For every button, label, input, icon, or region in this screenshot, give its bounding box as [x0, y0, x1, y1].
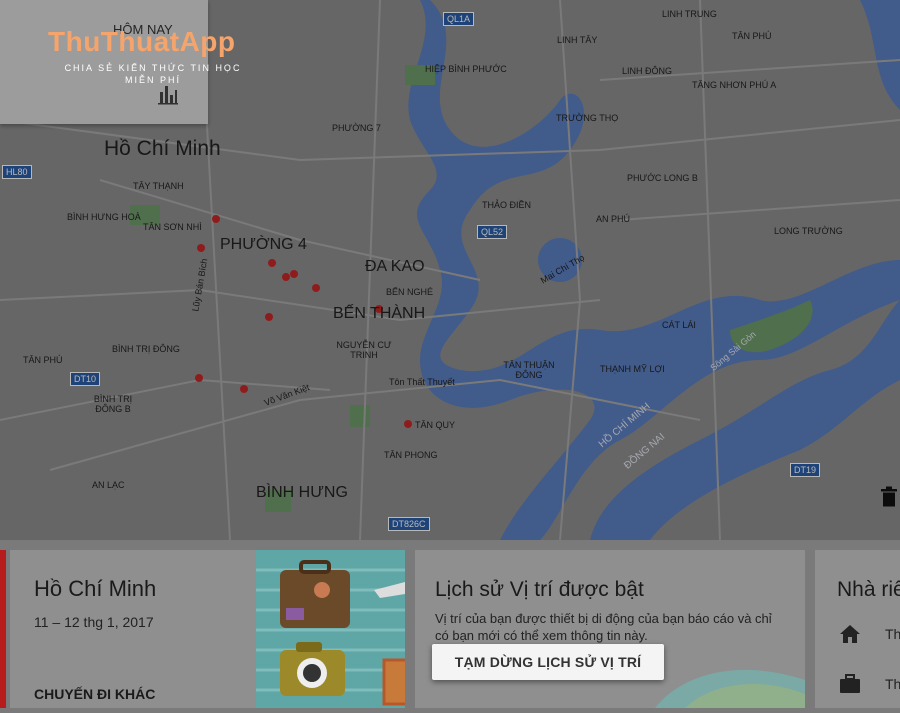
map-label-small: TRƯỜNG THỌ: [556, 113, 619, 123]
trash-icon[interactable]: [880, 486, 898, 508]
park-3: [350, 405, 370, 427]
road-shield: DT826C: [388, 517, 430, 531]
location-history-title: Lịch sử Vị trí được bật: [435, 578, 644, 601]
map-label-small: BÌNH TRỊ ĐÔNG: [112, 344, 180, 354]
map-street-label: Tôn Thất Thuyết: [389, 377, 455, 387]
road-shield: HL80: [2, 165, 32, 179]
map-label-small: LONG TRƯỜNG: [774, 226, 843, 236]
location-history-desc: Vị trí của bạn được thiết bị di động của…: [435, 611, 772, 643]
map-label-small: TÂN PHONG: [384, 450, 438, 460]
watermark: ThuThuatApp CHIA SẺ KIẾN THỨC TIN HỌC MI…: [48, 26, 258, 86]
watermark-subtitle: CHIA SẺ KIẾN THỨC TIN HỌC MIỄN PHÍ: [64, 63, 242, 85]
pause-location-history-button[interactable]: TẠM DỪNG LỊCH SỬ VỊ TRÍ: [432, 644, 664, 680]
map-label-small: BẾN NGHÉ: [386, 287, 434, 297]
trip-card[interactable]: Hồ Chí Minh 11 – 12 thg 1, 2017 CHUYẾN Đ…: [0, 550, 405, 708]
home-icon: [840, 625, 860, 643]
map-label-small: THẠNH MỸ LỢI: [600, 364, 665, 374]
road-shield: QL52: [477, 225, 508, 239]
briefcase-icon: [840, 674, 860, 693]
trip-title: Hồ Chí Minh: [34, 576, 157, 601]
watermark-title: ThuThuatApp: [48, 26, 236, 57]
map-label-small: BÌNH HƯNG HOÀ: [67, 212, 141, 222]
map-label-small: LINH TÂY: [557, 35, 598, 45]
history-illustration: [655, 669, 805, 708]
road-shield: DT10: [70, 372, 101, 386]
map-label-small: TÂN PHÚ: [23, 355, 63, 365]
map-label-small: BÌNH TRỊ ĐÔNG B: [93, 394, 133, 414]
map-label-small: TÂN THUẬN ĐÔNG: [503, 360, 555, 380]
map-label-small: THẢO ĐIỀN: [482, 200, 532, 210]
home-place-text[interactable]: Th: [885, 626, 900, 642]
map-label-small: TÂY THẠNH: [133, 181, 184, 191]
map-label-small: TÂN QUY: [415, 420, 456, 430]
location-history-card: Lịch sử Vị trí được bật Vị trí của bạn đ…: [415, 550, 805, 708]
map-label-small: TÂN SƠN NHÌ: [143, 222, 202, 232]
map-label-small: NGUYỄN CƯ TRINH: [336, 340, 392, 360]
map-label-small: LINH TRUNG: [662, 9, 717, 19]
other-trips-link[interactable]: CHUYẾN ĐI KHÁC: [34, 686, 155, 702]
map-label-small: TĂNG NHƠN PHÚ A: [692, 80, 777, 90]
road-shield: DT19: [790, 463, 821, 477]
map-label-small: LINH ĐÔNG: [622, 66, 673, 76]
map-label-binhhung: BÌNH HƯNG: [256, 484, 348, 501]
trip-illustration: [256, 550, 405, 708]
map-label-small: PHƯỜNG 7: [332, 123, 381, 133]
map-label-small: AN PHÚ: [596, 214, 631, 224]
map-label-benthanh: BẾN THÀNH: [333, 305, 426, 322]
work-place-text[interactable]: Th: [885, 676, 900, 692]
map-label-phuong4: PHƯỜNG 4: [220, 236, 307, 253]
places-card: Nhà riê Th Th: [815, 550, 900, 708]
map-city-label: Hồ Chí Minh: [104, 137, 221, 160]
map-label-small: AN LẠC: [92, 480, 125, 490]
bottom-panel: Hồ Chí Minh 11 – 12 thg 1, 2017 CHUYẾN Đ…: [0, 540, 900, 713]
map-label-dakao: ĐA KAO: [365, 258, 425, 275]
map-label-small: TÂN PHÚ: [732, 31, 772, 41]
map-label-small: PHƯỚC LONG B: [627, 173, 698, 183]
trip-dates: 11 – 12 thg 1, 2017: [34, 614, 154, 630]
map-label-small: HIỆP BÌNH PHƯỚC: [425, 64, 507, 74]
map-label-small: CÁT LÁI: [662, 320, 696, 330]
trip-accent-bar: [0, 550, 6, 708]
road-shield: QL1A: [443, 12, 475, 26]
places-title: Nhà riê: [837, 578, 900, 601]
